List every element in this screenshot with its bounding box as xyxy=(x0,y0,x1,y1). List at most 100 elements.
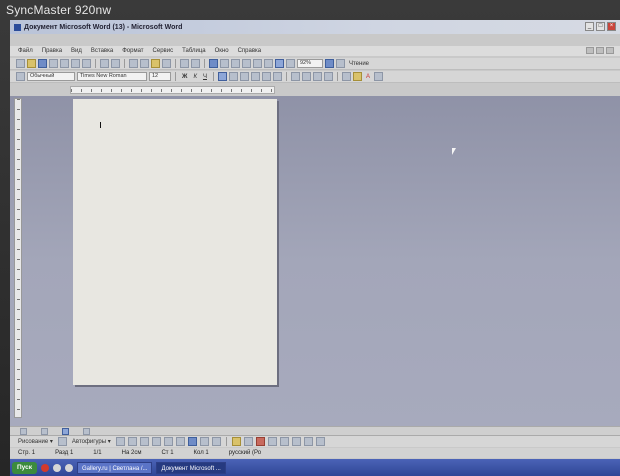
font-color-icon[interactable] xyxy=(255,437,265,446)
outline-view-icon[interactable] xyxy=(83,427,90,435)
line-spacing-icon[interactable] xyxy=(272,72,282,81)
shadow-icon[interactable] xyxy=(303,437,313,446)
taskbar-button-word[interactable]: Документ Microsoft ... xyxy=(156,461,226,474)
vertical-ruler[interactable] xyxy=(14,98,22,418)
italic-button[interactable]: К xyxy=(191,74,199,80)
menu-view[interactable]: Вид xyxy=(71,48,82,54)
undo-icon[interactable] xyxy=(180,59,189,68)
quicklaunch-icon[interactable] xyxy=(53,463,61,472)
help-icon[interactable] xyxy=(325,59,334,68)
cut-icon[interactable] xyxy=(129,59,138,68)
textbox-icon[interactable] xyxy=(163,437,173,446)
line-color-icon[interactable] xyxy=(243,437,253,446)
menu-tools[interactable]: Сервис xyxy=(153,48,174,54)
bold-button[interactable]: Ж xyxy=(180,74,189,80)
print-preview-icon[interactable] xyxy=(82,59,91,68)
bullets-icon[interactable] xyxy=(301,72,311,81)
line-icon[interactable] xyxy=(115,437,125,446)
picture-icon[interactable] xyxy=(211,437,221,446)
normal-view-icon[interactable] xyxy=(20,427,27,435)
distribute-icon[interactable] xyxy=(261,72,271,81)
menu-format[interactable]: Формат xyxy=(122,48,143,54)
insert-excel-icon[interactable] xyxy=(242,59,251,68)
underline-button[interactable]: Ч xyxy=(201,74,209,80)
styles-pane-icon[interactable] xyxy=(16,72,25,81)
permission-icon[interactable] xyxy=(49,59,58,68)
document-workspace[interactable] xyxy=(10,96,620,426)
3d-icon[interactable] xyxy=(315,437,325,446)
select-objects-icon[interactable] xyxy=(57,437,67,446)
menu-help[interactable]: Справка xyxy=(238,48,262,54)
wordart-icon[interactable] xyxy=(175,437,185,446)
align-center-icon[interactable] xyxy=(228,72,238,81)
fill-color-icon[interactable] xyxy=(231,437,241,446)
numbering-icon[interactable] xyxy=(290,72,300,81)
taskbar-button-browser[interactable]: Gallery.ru | Светлана /... xyxy=(77,461,153,474)
menu-table[interactable]: Таблица xyxy=(182,48,206,54)
draw-menu-button[interactable]: Рисование ▾ xyxy=(16,438,55,445)
doc-minimize-button[interactable] xyxy=(586,47,594,54)
save-icon[interactable] xyxy=(38,59,47,68)
new-document-icon[interactable] xyxy=(16,59,25,68)
tables-borders-icon[interactable] xyxy=(220,59,229,68)
document-page[interactable] xyxy=(73,99,277,385)
open-folder-icon[interactable] xyxy=(27,59,36,68)
research-icon[interactable] xyxy=(111,59,120,68)
read-icon[interactable] xyxy=(336,59,345,68)
arrow-style-icon[interactable] xyxy=(291,437,301,446)
email-icon[interactable] xyxy=(60,59,69,68)
document-map-icon[interactable] xyxy=(275,59,284,68)
insert-table-icon[interactable] xyxy=(231,59,240,68)
align-right-icon[interactable] xyxy=(239,72,249,81)
show-hide-icon[interactable] xyxy=(286,59,295,68)
close-button[interactable]: × xyxy=(607,22,616,31)
rectangle-icon[interactable] xyxy=(139,437,149,446)
minimize-button[interactable]: _ xyxy=(585,22,594,31)
menu-window[interactable]: Окно xyxy=(215,48,229,54)
read-mode-button[interactable]: Чтение xyxy=(347,61,371,67)
window-titlebar[interactable]: Документ Microsoft Word (13) - Microsoft… xyxy=(10,20,620,34)
autoshapes-button[interactable]: Автофигуры ▾ xyxy=(70,438,113,445)
menu-insert[interactable]: Вставка xyxy=(91,48,113,54)
font-size-select[interactable]: 12 xyxy=(149,72,171,81)
print-layout-icon[interactable] xyxy=(62,427,69,435)
maximize-button[interactable]: □ xyxy=(596,22,605,31)
quicklaunch-icon[interactable] xyxy=(65,463,73,472)
font-select[interactable]: Times New Roman xyxy=(77,72,147,81)
redo-icon[interactable] xyxy=(191,59,200,68)
style-select[interactable]: Обычный xyxy=(27,72,75,81)
spelling-icon[interactable] xyxy=(100,59,109,68)
opera-icon[interactable] xyxy=(41,463,49,472)
print-icon[interactable] xyxy=(71,59,80,68)
status-section: Разд 1 xyxy=(55,450,74,456)
paste-icon[interactable] xyxy=(151,59,160,68)
dash-style-icon[interactable] xyxy=(279,437,289,446)
format-painter-icon[interactable] xyxy=(162,59,171,68)
doc-restore-button[interactable] xyxy=(596,47,604,54)
ruler-ticks xyxy=(71,89,274,92)
increase-indent-icon[interactable] xyxy=(323,72,333,81)
align-left-icon[interactable] xyxy=(217,72,227,81)
diagram-icon[interactable] xyxy=(187,437,197,446)
toolbar-options-icon[interactable] xyxy=(374,72,383,81)
doc-close-button[interactable] xyxy=(606,47,614,54)
justify-icon[interactable] xyxy=(250,72,260,81)
oval-icon[interactable] xyxy=(151,437,161,446)
zoom-select[interactable]: 92% xyxy=(297,59,323,68)
clipart-icon[interactable] xyxy=(199,437,209,446)
drawing-icon[interactable] xyxy=(264,59,273,68)
columns-icon[interactable] xyxy=(253,59,262,68)
menu-edit[interactable]: Правка xyxy=(42,48,62,54)
menu-file[interactable]: Файл xyxy=(18,48,33,54)
hyperlink-icon[interactable] xyxy=(209,59,218,68)
highlight-icon[interactable] xyxy=(352,72,362,81)
horizontal-ruler[interactable] xyxy=(70,86,275,94)
start-button[interactable]: Пуск xyxy=(12,461,37,474)
line-style-icon[interactable] xyxy=(267,437,277,446)
decrease-indent-icon[interactable] xyxy=(312,72,322,81)
copy-icon[interactable] xyxy=(140,59,149,68)
font-color-button[interactable]: A xyxy=(364,74,372,80)
borders-icon[interactable] xyxy=(341,72,351,81)
web-view-icon[interactable] xyxy=(41,427,48,435)
arrow-icon[interactable] xyxy=(127,437,137,446)
